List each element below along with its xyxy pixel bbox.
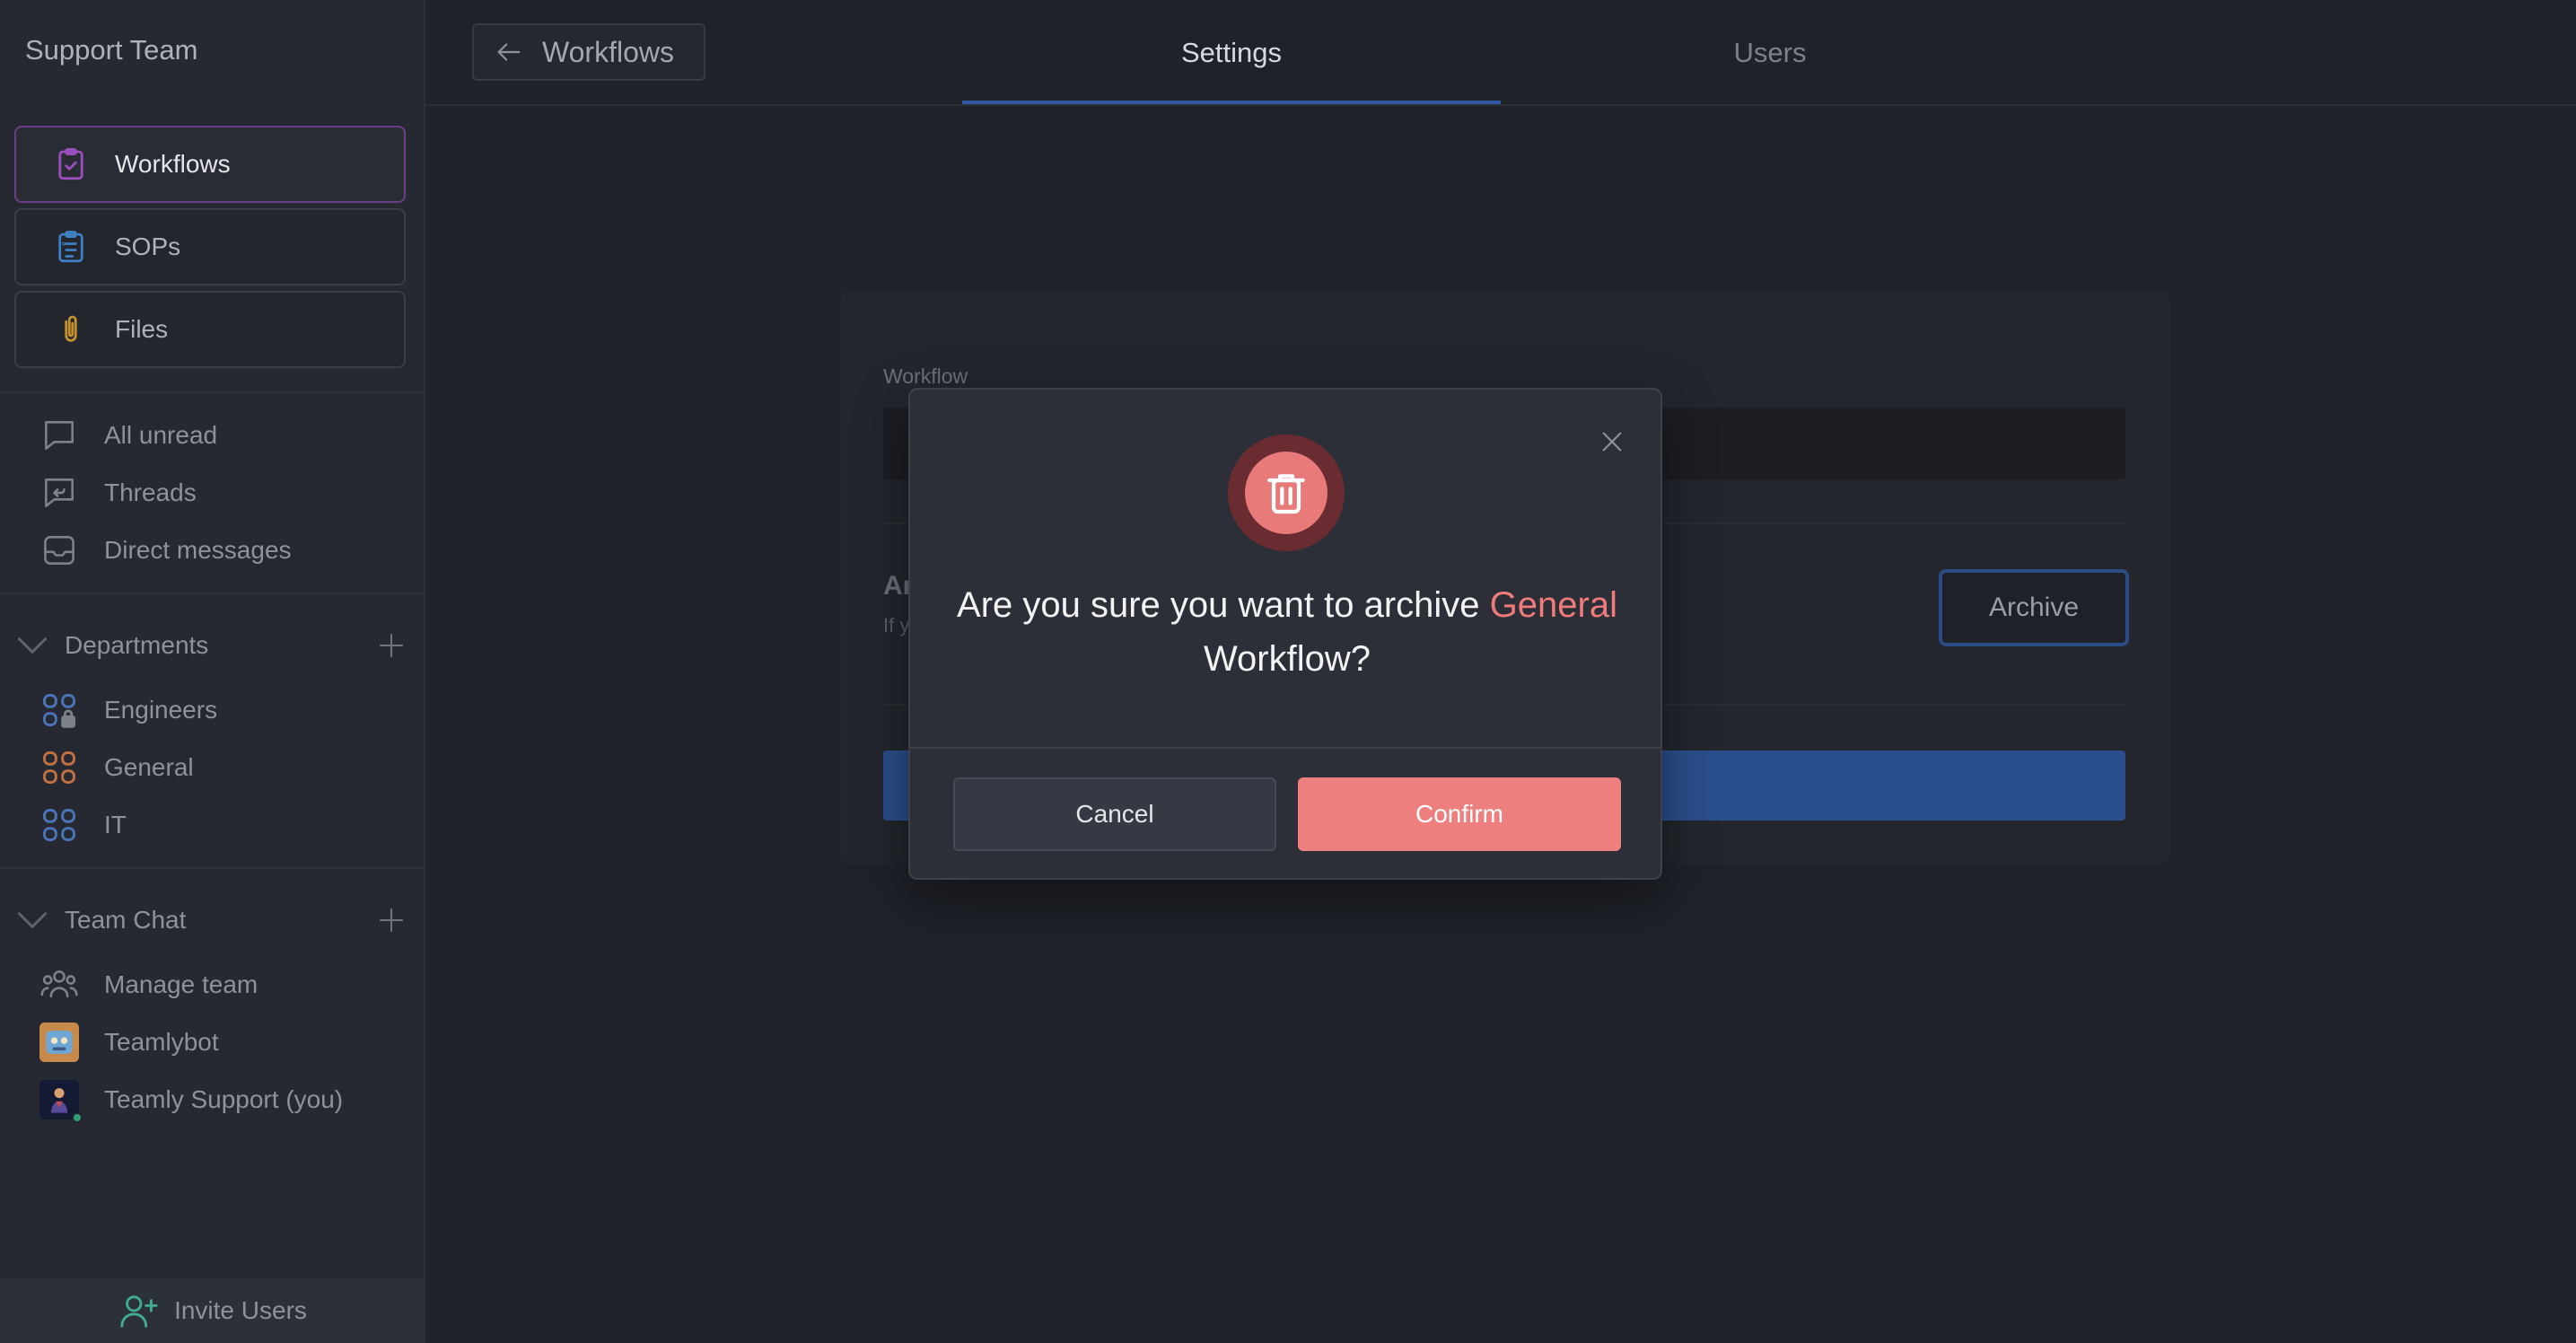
threads-icon <box>45 478 74 507</box>
confirm-button[interactable]: Confirm <box>1298 777 1621 851</box>
chat-bubble-icon <box>45 421 74 450</box>
departments-title: Departments <box>65 631 209 659</box>
sidebar-item-label: IT <box>104 811 127 838</box>
nav-files[interactable]: Files <box>14 291 406 368</box>
nav-workflows[interactable]: Workflows <box>14 126 406 203</box>
sidebar-item-engineers[interactable]: Engineers <box>39 688 217 733</box>
clipboard-list-icon <box>58 230 83 263</box>
team-chat-title: Team Chat <box>65 906 187 934</box>
close-icon[interactable] <box>1598 427 1626 456</box>
sidebar: Support Team Workflows SOPs Files All un… <box>0 0 425 1343</box>
sidebar-item-label: Manage team <box>104 970 258 998</box>
question-suffix: Workflow? <box>1204 639 1371 679</box>
inbox-icon <box>44 536 74 565</box>
sidebar-item-label: Threads <box>104 478 197 506</box>
sidebar-item-label: All unread <box>104 421 218 449</box>
departments-header[interactable]: Departments <box>13 623 407 668</box>
nav-sops-label: SOPs <box>115 233 181 260</box>
trash-icon <box>1267 474 1305 514</box>
bot-avatar <box>39 1023 79 1062</box>
team-name[interactable]: Support Team <box>25 34 197 66</box>
tab-users[interactable]: Users <box>1501 0 2039 106</box>
online-status-dot <box>72 1112 83 1123</box>
chevron-down-icon[interactable] <box>13 626 52 665</box>
nav-sops[interactable]: SOPs <box>14 208 406 285</box>
question-prefix: Are you sure you want to archive <box>957 585 1480 625</box>
sidebar-item-all-unread[interactable]: All unread <box>39 413 217 458</box>
sidebar-item-manage-team[interactable]: Manage team <box>39 962 258 1007</box>
tab-settings[interactable]: Settings <box>962 0 1501 106</box>
channel-grid-icon <box>43 751 75 784</box>
sidebar-item-threads[interactable]: Threads <box>39 470 197 515</box>
top-bar: Workflows Settings Users <box>425 0 2576 106</box>
team-chat-header[interactable]: Team Chat <box>13 898 407 943</box>
sidebar-item-general[interactable]: General <box>39 745 194 790</box>
private-channel-icon <box>43 694 75 728</box>
user-avatar <box>39 1080 83 1123</box>
active-tab-indicator <box>962 101 1501 104</box>
nav-workflows-label: Workflows <box>115 150 231 178</box>
dialog-divider <box>910 747 1660 749</box>
clipboard-check-icon <box>58 147 83 180</box>
arrow-left-icon <box>497 43 521 61</box>
plus-icon[interactable] <box>375 629 407 662</box>
archive-confirm-dialog: Are you sure you want to archive General… <box>908 388 1662 880</box>
paperclip-icon <box>65 315 77 342</box>
trash-icon-badge <box>1228 434 1345 551</box>
sidebar-item-teamlybot[interactable]: Teamlybot <box>39 1020 219 1065</box>
chevron-down-icon[interactable] <box>13 900 52 940</box>
archive-section-description: If y <box>883 614 910 636</box>
add-user-icon <box>120 1295 158 1328</box>
sidebar-item-direct-messages[interactable]: Direct messages <box>39 528 292 573</box>
people-icon <box>40 970 78 998</box>
nav-files-label: Files <box>115 315 169 343</box>
workflow-name-highlight: General <box>1489 585 1617 625</box>
invite-users-button[interactable]: Invite Users <box>0 1278 425 1343</box>
sidebar-item-label: Teamlybot <box>104 1028 219 1056</box>
invite-users-label: Invite Users <box>174 1296 307 1324</box>
sidebar-item-teamly-support[interactable]: Teamly Support (you) <box>39 1077 344 1123</box>
plus-icon[interactable] <box>375 904 407 936</box>
archive-button[interactable]: Archive <box>1939 569 2129 646</box>
back-button-label: Workflows <box>542 35 674 68</box>
sidebar-divider <box>0 391 425 393</box>
sidebar-item-it[interactable]: IT <box>39 803 127 847</box>
channel-grid-icon <box>43 809 75 841</box>
sidebar-item-label: General <box>104 753 194 781</box>
sidebar-divider <box>0 592 425 594</box>
cancel-button[interactable]: Cancel <box>953 777 1276 851</box>
sidebar-item-label: Engineers <box>104 696 218 724</box>
sidebar-item-label: Direct messages <box>104 536 292 564</box>
sidebar-divider <box>0 867 425 869</box>
back-button[interactable]: Workflows <box>472 23 705 81</box>
sidebar-item-label: Teamly Support (you) <box>104 1085 344 1113</box>
workflow-field-label: Workflow <box>883 364 968 388</box>
confirm-question: Are you sure you want to archive General… <box>928 578 1646 686</box>
